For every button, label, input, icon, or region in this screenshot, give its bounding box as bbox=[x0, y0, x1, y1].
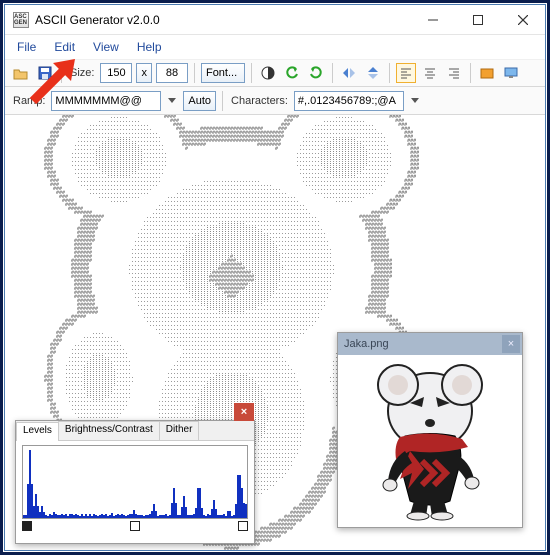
align-left-icon[interactable] bbox=[396, 63, 416, 83]
black-point-handle[interactable] bbox=[22, 521, 32, 531]
invert-icon[interactable] bbox=[258, 63, 278, 83]
minimize-button[interactable] bbox=[410, 5, 455, 34]
menu-edit[interactable]: Edit bbox=[54, 40, 75, 54]
display-icon[interactable] bbox=[501, 63, 521, 83]
chars-dropdown-icon[interactable] bbox=[408, 91, 422, 111]
titlebar: ASC GEN ASCII Generator v2.0.0 bbox=[5, 5, 545, 35]
tab-dither[interactable]: Dither bbox=[159, 421, 200, 440]
preview-title: Jaka.png bbox=[338, 333, 522, 355]
preview-panel[interactable]: Jaka.png × bbox=[337, 332, 523, 528]
ramp-dropdown-icon[interactable] bbox=[165, 91, 179, 111]
maximize-button[interactable] bbox=[455, 5, 500, 34]
font-button[interactable]: Font... bbox=[201, 63, 245, 83]
flip-v-icon[interactable] bbox=[363, 63, 383, 83]
menu-file[interactable]: File bbox=[17, 40, 36, 54]
rotate-cw-icon[interactable] bbox=[306, 63, 326, 83]
white-point-handle[interactable] bbox=[238, 521, 248, 531]
histogram bbox=[22, 445, 248, 519]
preview-close-button[interactable]: × bbox=[502, 335, 520, 353]
tab-levels[interactable]: Levels bbox=[16, 422, 59, 441]
menu-help[interactable]: Help bbox=[137, 40, 162, 54]
characters-input[interactable] bbox=[294, 91, 404, 111]
characters-label: Characters: bbox=[231, 95, 288, 107]
preview-image bbox=[338, 355, 522, 527]
align-center-icon[interactable] bbox=[420, 63, 440, 83]
levels-close-button[interactable]: × bbox=[234, 403, 254, 421]
menu-view[interactable]: View bbox=[93, 40, 119, 54]
close-button[interactable] bbox=[500, 5, 545, 34]
level-sliders[interactable] bbox=[22, 521, 248, 535]
auto-button[interactable]: Auto bbox=[183, 91, 216, 111]
toolbar-main: Size: x Font... bbox=[5, 59, 545, 87]
width-input[interactable] bbox=[100, 63, 132, 83]
lock-aspect-button[interactable]: x bbox=[136, 63, 152, 83]
levels-panel[interactable]: × Levels Brightness/Contrast Dither bbox=[15, 420, 255, 544]
window-title: ASCII Generator v2.0.0 bbox=[35, 13, 410, 27]
app-icon: ASC GEN bbox=[13, 12, 29, 28]
gray-point-handle[interactable] bbox=[130, 521, 140, 531]
flip-h-icon[interactable] bbox=[339, 63, 359, 83]
annotation-arrow bbox=[23, 59, 83, 109]
toolbar-ramp: Ramp: Auto Characters: bbox=[5, 87, 545, 115]
rotate-ccw-icon[interactable] bbox=[282, 63, 302, 83]
menubar: File Edit View Help bbox=[5, 35, 545, 59]
align-right-icon[interactable] bbox=[444, 63, 464, 83]
height-input[interactable] bbox=[156, 63, 188, 83]
tab-brightness-contrast[interactable]: Brightness/Contrast bbox=[58, 421, 160, 440]
preview-icon[interactable] bbox=[477, 63, 497, 83]
